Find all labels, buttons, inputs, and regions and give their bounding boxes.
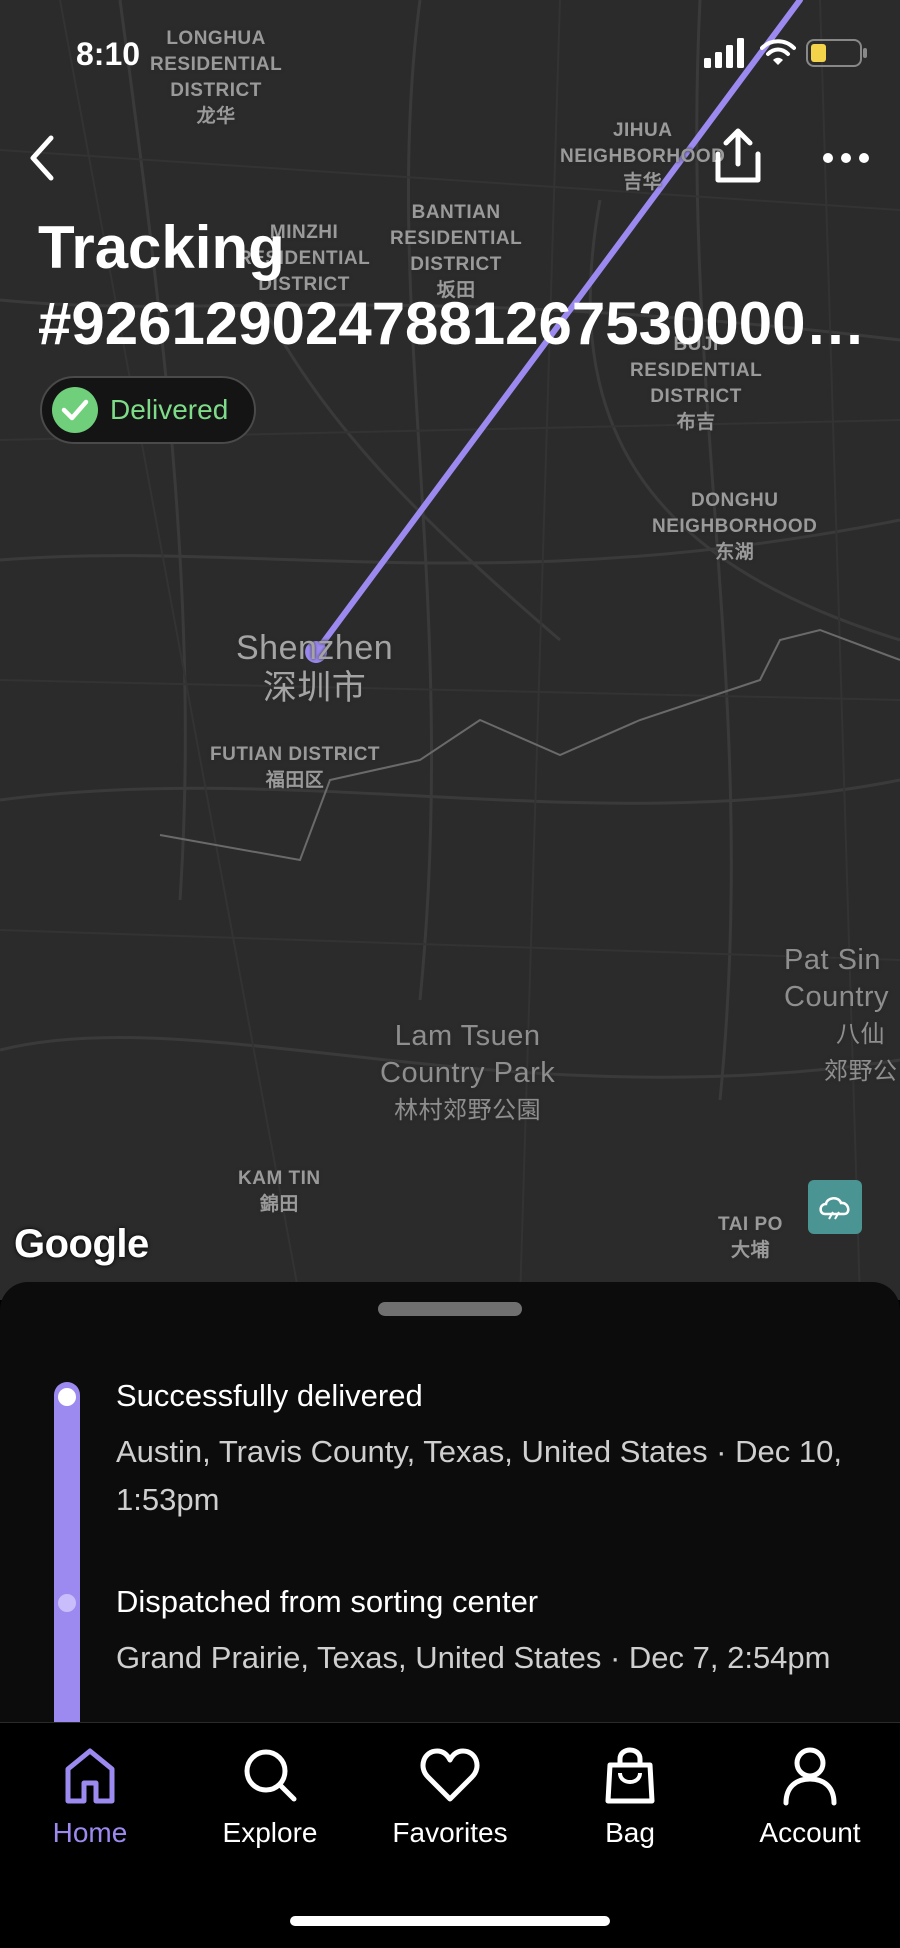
event-title: Dispatched from sorting center [116,1584,539,1619]
weather-icon[interactable] [808,1180,862,1234]
wifi-icon [760,39,796,65]
tab-account[interactable]: Account [730,1743,890,1863]
search-icon [244,1749,297,1802]
google-attribution: Google [14,1222,149,1266]
map-label-taipo: TAI PO 大埔 [718,1214,783,1261]
tab-label: Bag [605,1817,655,1848]
bag-icon [605,1747,655,1804]
back-button[interactable] [14,130,70,186]
map-label-patsin: Pat Sin Country 八仙 郊野公 [784,944,898,1085]
map-label-kamtin: KAM TIN 錦田 [238,1168,321,1215]
page-title: Tracking #92612902478812675300000000 [38,210,868,362]
timeline-bar [54,1382,80,1722]
title-line-1: Tracking [38,214,285,281]
timeline-event: Successfully delivered Austin, Travis Co… [116,1376,876,1524]
event-title: Successfully delivered [116,1378,423,1413]
more-options-button[interactable] [814,134,878,182]
timeline-event: Dispatched from sorting center Grand Pra… [116,1582,876,1682]
status-badge-label: Delivered [110,394,229,425]
check-circle-icon [52,387,98,433]
tab-explore[interactable]: Explore [190,1743,350,1863]
status-bar: 8:10 [0,0,900,110]
tab-favorites[interactable]: Favorites [370,1743,530,1863]
tracking-bottom-sheet[interactable]: Successfully delivered Austin, Travis Co… [0,1282,900,1722]
home-indicator [290,1916,610,1926]
status-badge: Delivered [40,376,256,444]
tracking-number: #92612902478812675300000000 [38,290,868,357]
tab-home[interactable]: Home [10,1743,170,1863]
event-detail: Austin, Travis County, Texas, United Sta… [116,1434,842,1517]
map-view[interactable]: LONGHUA RESIDENTIAL DISTRICT 龙华 MINZHI RESID… [0,0,900,1300]
home-icon [65,1748,115,1804]
map-label-jihua: JIHUA NEIGHBORHOOD 吉华 [560,120,726,193]
share-button[interactable] [706,124,770,188]
map-label-lamtsuen: Lam Tsuen Country Park 林村郊野公園 [380,1020,556,1124]
signal-icon [704,38,744,68]
ellipsis-icon [823,153,869,163]
clock: 8:10 [76,36,141,72]
event-detail: Grand Prairie, Texas, United States · De… [116,1640,831,1675]
map-label-futian: FUTIAN DISTRICT 福田区 [210,744,381,791]
tab-label: Account [759,1817,861,1848]
tab-bag[interactable]: Bag [550,1743,710,1863]
tab-bar: Home Explore Favorites Bag Account [0,1722,900,1948]
tab-label: Explore [222,1817,318,1848]
sheet-drag-handle[interactable] [378,1302,522,1316]
share-icon [715,128,761,183]
tab-label: Home [52,1817,128,1848]
chevron-left-icon [30,135,54,181]
map-label-shenzhen: Shenzhen 深圳市 [236,629,394,707]
heart-icon [420,1748,480,1802]
map-label-donghu: DONGHU NEIGHBORHOOD 东湖 [652,490,818,563]
person-icon [783,1747,837,1806]
battery-icon [806,39,867,67]
timeline-dot-current [58,1388,76,1406]
tab-label: Favorites [392,1817,508,1848]
timeline-dot [58,1594,76,1612]
